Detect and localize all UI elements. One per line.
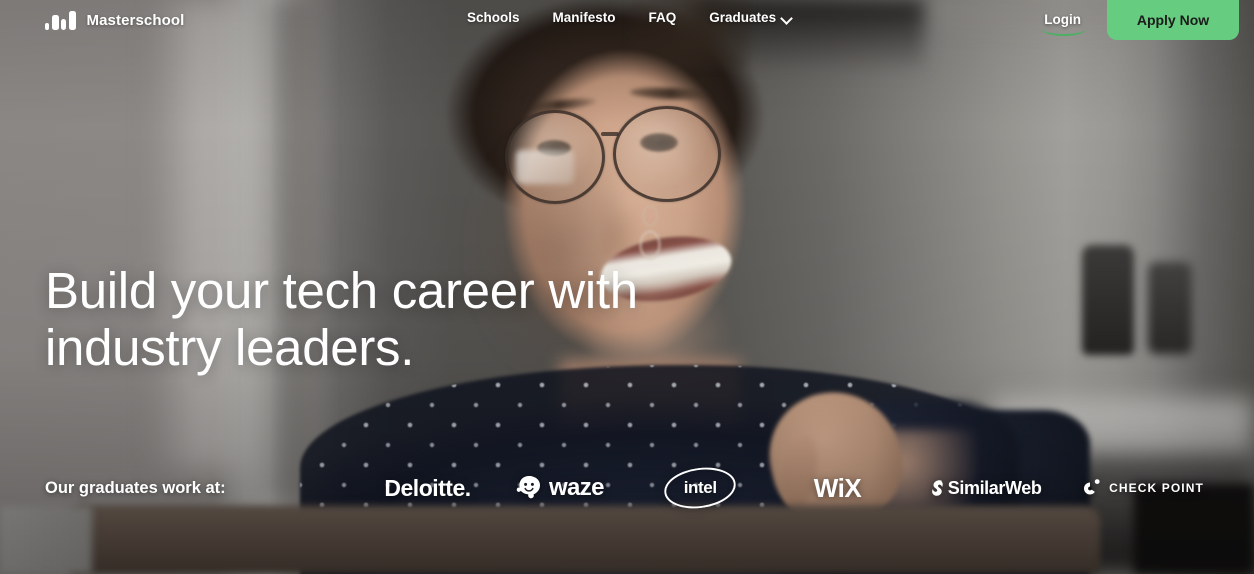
deloitte-wordmark: Deloitte. <box>384 474 471 501</box>
checkpoint-circle-icon <box>1084 479 1100 495</box>
nav-link-graduates[interactable]: Graduates <box>709 10 791 25</box>
partner-logo-wix: WiX <box>769 466 906 510</box>
waze-smiley-icon <box>516 476 540 499</box>
checkpoint-wordmark: CHECK POINT <box>1109 481 1204 495</box>
similarweb-swirl-icon <box>931 480 943 496</box>
laptop-left-surface <box>0 506 92 574</box>
nav-actions: Login Apply Now <box>1042 0 1254 40</box>
partner-logo-deloitte: Deloitte. <box>369 466 487 510</box>
apply-now-button[interactable]: Apply Now <box>1107 0 1239 40</box>
chevron-down-icon <box>782 13 791 22</box>
login-underline-swoosh <box>1042 28 1087 36</box>
partner-logo-checkpoint: CHECK POINT <box>1063 466 1220 510</box>
eyeglasses-right-lens <box>613 106 721 202</box>
waze-wordmark: waze <box>548 474 605 501</box>
intel-wordmark: intel <box>683 478 717 497</box>
partner-logos-label: Our graduates work at: <box>45 478 226 497</box>
partner-logo-intel: intel <box>632 466 769 510</box>
person-earring-upper <box>642 205 658 227</box>
brand-name: Masterschool <box>86 11 185 29</box>
partner-logo-similarweb: SimilarWeb <box>906 466 1063 510</box>
masterschool-bars-icon <box>45 10 76 30</box>
top-navigation-bar: Masterschool Schools Manifesto FAQ Gradu… <box>0 0 1254 40</box>
nav-link-faq-label: FAQ <box>648 10 677 25</box>
partner-logo-waze: waze <box>486 466 631 510</box>
nav-link-schools-label: Schools <box>467 10 520 25</box>
nav-link-graduates-label: Graduates <box>709 10 777 25</box>
wix-wordmark: WiX <box>813 472 862 503</box>
brand-logo[interactable]: Masterschool <box>45 10 185 30</box>
nav-link-manifesto-label: Manifesto <box>552 10 616 25</box>
eyeglasses-bridge <box>601 132 619 136</box>
hero-headline-line-1: Build your tech career with <box>45 262 638 319</box>
hero-headline: Build your tech career with industry lea… <box>45 262 638 376</box>
nav-link-schools[interactable]: Schools <box>467 10 520 25</box>
similarweb-wordmark: SimilarWeb <box>947 477 1042 498</box>
login-button[interactable]: Login <box>1042 11 1087 36</box>
nav-links: Schools Manifesto FAQ Graduates <box>467 10 791 25</box>
nav-link-faq[interactable]: FAQ <box>649 10 677 25</box>
login-label: Login <box>1044 12 1081 27</box>
eyeglasses-reflection <box>516 150 574 184</box>
laptop-lid-foreground <box>70 506 1100 574</box>
partner-logos-strip: Our graduates work at: Deloitte. waze in… <box>45 466 1220 510</box>
hero-headline-line-2: industry leaders. <box>45 319 415 377</box>
nav-link-manifesto[interactable]: Manifesto <box>553 10 616 25</box>
person-earring <box>639 230 661 260</box>
